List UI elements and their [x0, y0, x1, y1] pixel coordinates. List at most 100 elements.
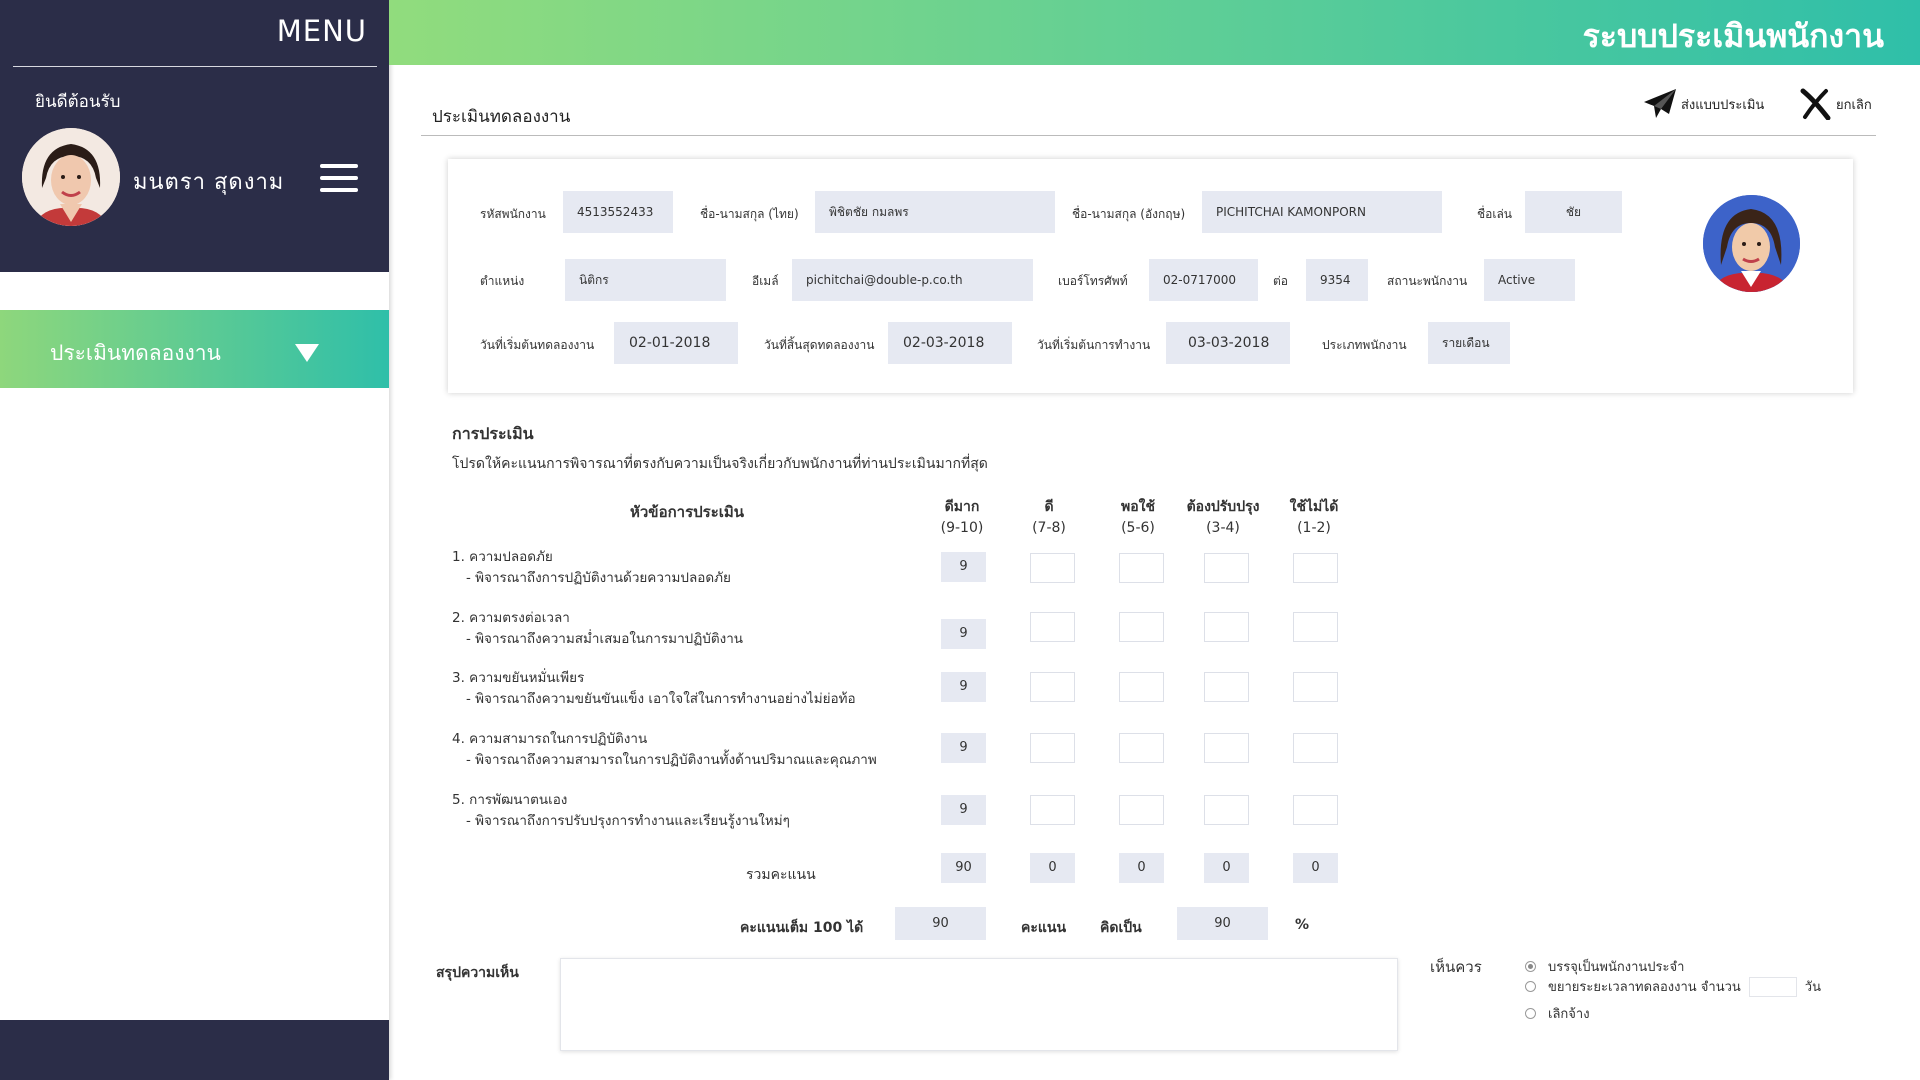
send-icon: [1644, 89, 1676, 118]
evaluation-description: โปรดให้คะแนนการพิจารณาที่ตรงกับความเป็นจ…: [452, 456, 988, 472]
status-label: สถานะพนักงาน: [1387, 274, 1468, 288]
name-en-field[interactable]: PICHITCHAI KAMONPORN: [1202, 191, 1442, 233]
radio-button[interactable]: [1525, 981, 1536, 992]
days-unit: วัน: [1804, 980, 1821, 995]
score-input[interactable]: [1030, 795, 1075, 825]
sidebar-footer: [0, 1020, 389, 1080]
score-input[interactable]: [1119, 733, 1164, 763]
column-header-needs-improvement: ต้องปรับปรุง (3-4): [1186, 499, 1260, 536]
sidebar-header: MENU ยินดีต้อนรับ มนตรา สุดงาม: [0, 0, 389, 272]
score-input[interactable]: [1030, 733, 1075, 763]
score-input[interactable]: [1119, 553, 1164, 583]
option-permanent[interactable]: บรรจุเป็นพนักงานประจำ: [1525, 956, 1684, 977]
sidebar: MENU ยินดีต้อนรับ มนตรา สุดงาม ประเมินทด…: [0, 0, 389, 1080]
close-icon: [1800, 88, 1831, 120]
percent-sign: %: [1295, 917, 1310, 933]
score-input[interactable]: 9: [941, 672, 986, 702]
work-start-label: วันที่เริ่มต้นการทำงาน: [1037, 338, 1151, 352]
radio-selected[interactable]: [1525, 961, 1536, 972]
employee-id-label: รหัสพนักงาน: [480, 207, 546, 221]
score-input[interactable]: [1204, 612, 1249, 642]
option-extend-trial[interactable]: ขยายระยะเวลาทดลองงาน จำนวน วัน: [1525, 976, 1821, 997]
score-input[interactable]: [1293, 672, 1338, 702]
days-input[interactable]: [1748, 976, 1797, 997]
divider: [13, 66, 377, 67]
criterion-description: - พิจารณาถึงความขยันขันแข็ง เอาใจใส่ในกา…: [466, 691, 856, 707]
caret-down-icon: [295, 344, 319, 362]
top-header: ระบบประเมินพนักงาน: [389, 0, 1920, 65]
score-input[interactable]: [1293, 612, 1338, 642]
criterion-description: - พิจารณาถึงการปรับปรุงการทำงานและเรียนร…: [466, 813, 790, 829]
employee-type-field[interactable]: รายเดือน: [1428, 322, 1510, 364]
user-avatar: [22, 128, 120, 226]
phone-field[interactable]: 02-0717000: [1149, 259, 1258, 301]
work-start-field[interactable]: 03-03-2018: [1166, 322, 1290, 364]
total-label: รวมคะแนน: [746, 867, 816, 883]
recommend-label: เห็นควร: [1430, 958, 1482, 976]
score-input[interactable]: 9: [941, 552, 986, 582]
evaluation-title: การประเมิน: [452, 424, 534, 443]
score-input[interactable]: [1119, 672, 1164, 702]
hamburger-menu-icon[interactable]: [320, 164, 358, 192]
name-th-label: ชื่อ-นามสกุล (ไทย): [700, 207, 799, 221]
employee-type-label: ประเภทพนักงาน: [1322, 338, 1407, 352]
column-header-fair: พอใช้ (5-6): [1121, 499, 1155, 536]
score-input[interactable]: 9: [941, 795, 986, 825]
score-input[interactable]: [1293, 553, 1338, 583]
score-input[interactable]: [1293, 795, 1338, 825]
email-label: อีเมล์: [752, 274, 779, 288]
criterion-title: 3. ความขยันหมั่นเพียร: [452, 670, 585, 686]
score-input[interactable]: [1204, 553, 1249, 583]
total-fair: 0: [1119, 853, 1164, 883]
percent-label: คิดเป็น: [1100, 920, 1142, 936]
score-input[interactable]: [1030, 612, 1075, 642]
name-en-label: ชื่อ-นามสกุล (อังกฤษ): [1072, 207, 1186, 221]
total-good: 0: [1030, 853, 1075, 883]
trial-start-label: วันที่เริ่มต้นทดลองงาน: [480, 338, 595, 352]
column-header-good: ดี (7-8): [1032, 499, 1066, 536]
nickname-label: ชื่อเล่น: [1477, 207, 1513, 221]
score-input[interactable]: 9: [941, 733, 986, 763]
submit-evaluation-button[interactable]: ส่งแบบประเมิน: [1643, 88, 1764, 120]
score-input[interactable]: [1119, 612, 1164, 642]
cancel-button[interactable]: ยกเลิก: [1800, 88, 1872, 120]
nickname-field[interactable]: ชัย: [1525, 191, 1622, 233]
name-th-field[interactable]: พิชิตชัย กมลพร: [815, 191, 1055, 233]
summary-label: สรุปความเห็น: [436, 965, 519, 981]
score-input[interactable]: [1119, 795, 1164, 825]
score-input[interactable]: [1293, 733, 1338, 763]
position-field[interactable]: นิติกร: [565, 259, 726, 301]
option-terminate[interactable]: เลิกจ้าง: [1525, 1003, 1590, 1024]
app-title: ระบบประเมินพนักงาน: [1582, 17, 1884, 55]
column-header-poor: ใช้ไม่ได้ (1-2): [1289, 499, 1339, 536]
employee-id-field[interactable]: 4513552433: [563, 191, 673, 233]
topic-header: หัวข้อการประเมิน: [630, 503, 745, 521]
phone-label: เบอร์โทรศัพท์: [1058, 274, 1128, 288]
email-field[interactable]: pichitchai@double-p.co.th: [792, 259, 1033, 301]
score-unit: คะแนน: [1021, 920, 1067, 936]
total-poor: 0: [1293, 853, 1338, 883]
summary-textarea[interactable]: [560, 958, 1398, 1051]
ext-field[interactable]: 9354: [1306, 259, 1368, 301]
score-input[interactable]: 9: [941, 619, 986, 649]
full-score-label: คะแนนเต็ม 100 ได้: [740, 920, 864, 936]
score-input[interactable]: [1204, 672, 1249, 702]
status-field[interactable]: Active: [1484, 259, 1575, 301]
criterion-description: - พิจารณาถึงการปฏิบัติงานด้วยความปลอดภัย: [466, 570, 731, 586]
score-input[interactable]: [1030, 553, 1075, 583]
trial-start-field[interactable]: 02-01-2018: [614, 322, 738, 364]
total-needs-improvement: 0: [1204, 853, 1249, 883]
menu-title: MENU: [276, 14, 367, 48]
option-label: ขยายระยะเวลาทดลองงาน จำนวน: [1548, 980, 1741, 995]
score-input[interactable]: [1204, 795, 1249, 825]
score-input[interactable]: [1030, 672, 1075, 702]
criterion-description: - พิจารณาถึงความสม่ำเสมอในการมาปฏิบัติงา…: [466, 631, 744, 647]
option-label: เลิกจ้าง: [1548, 1007, 1590, 1022]
sidebar-item-trial-evaluation[interactable]: ประเมินทดลองงาน: [0, 310, 389, 388]
radio-button[interactable]: [1525, 1008, 1536, 1019]
score-input[interactable]: [1204, 733, 1249, 763]
trial-end-label: วันที่สิ้นสุดทดลองงาน: [764, 338, 875, 352]
position-label: ตำแหน่ง: [480, 274, 525, 288]
sidebar-item-label: ประเมินทดลองงาน: [50, 341, 221, 365]
trial-end-field[interactable]: 02-03-2018: [888, 322, 1012, 364]
